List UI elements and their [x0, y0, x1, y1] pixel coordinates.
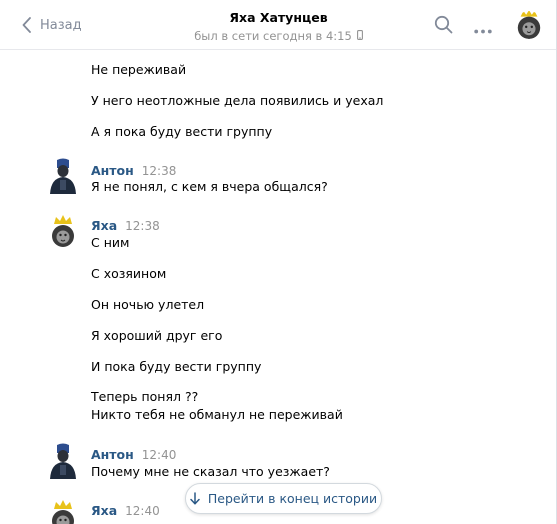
search-button[interactable]	[434, 15, 453, 37]
message-header: Яха 12:40	[91, 503, 160, 518]
message-header: Антон 12:40	[91, 447, 176, 462]
author-name[interactable]: Яха	[91, 503, 117, 518]
avatar-anton[interactable]	[48, 158, 78, 194]
author-name[interactable]: Антон	[91, 163, 134, 178]
online-status: был в сети сегодня в 4:15	[150, 28, 407, 44]
back-button[interactable]: Назад	[22, 14, 82, 36]
message-text: С хозяином	[91, 266, 167, 281]
search-icon	[434, 15, 453, 34]
header-avatar[interactable]	[515, 11, 543, 39]
avatar-anton[interactable]	[48, 443, 78, 479]
avatar-yakha[interactable]	[48, 498, 78, 524]
chat-window: Назад Яха Хатунцев был в сети сегодня в …	[0, 0, 557, 524]
more-dots-icon	[474, 29, 492, 34]
chat-title: Яха Хатунцев	[229, 10, 328, 25]
back-label: Назад	[40, 17, 82, 33]
message-text: У него неотложные дела появились и уехал	[91, 93, 384, 108]
author-name[interactable]: Антон	[91, 447, 134, 462]
jump-to-end-label: Перейти в конец истории	[207, 491, 378, 506]
message-time: 12:40	[125, 504, 160, 518]
author-name[interactable]: Яха	[91, 218, 117, 233]
message-text: С ним	[91, 235, 130, 250]
avatar-yakha[interactable]	[48, 213, 78, 249]
message-text: Он ночью улетел	[91, 297, 205, 312]
back-chevron-icon	[22, 17, 31, 33]
message-time: 12:38	[141, 164, 177, 178]
message-header: Яха 12:38	[91, 218, 160, 233]
phone-icon	[356, 28, 363, 44]
message-text: Теперь понял ??	[91, 389, 199, 404]
message-text: Я хороший друг его	[91, 328, 223, 343]
anton-avatar-icon	[48, 443, 78, 479]
message-text: Я не понял, с кем я вчера общался?	[91, 179, 328, 194]
message-history[interactable]: Не переживай У него неотложные дела появ…	[0, 50, 556, 524]
chat-header: Назад Яха Хатунцев был в сети сегодня в …	[0, 0, 556, 50]
message-time: 12:40	[141, 448, 177, 462]
online-status-text: был в сети сегодня в 4:15	[194, 29, 352, 43]
lion-avatar-icon	[48, 498, 78, 524]
anton-avatar-icon	[48, 158, 78, 194]
lion-avatar-icon	[515, 11, 543, 39]
message-time: 12:38	[125, 219, 160, 233]
message-text: Почему мне не сказал что уезжает?	[91, 464, 330, 479]
message-header: Антон 12:38	[91, 163, 176, 178]
message-text: Никто тебя не обманул не переживай	[91, 407, 343, 422]
lion-avatar-icon	[48, 213, 78, 249]
arrow-down-icon	[190, 492, 200, 505]
chat-title-block[interactable]: Яха Хатунцев был в сети сегодня в 4:15	[150, 10, 407, 44]
message-text: И пока буду вести группу	[91, 359, 262, 374]
more-button[interactable]	[474, 22, 492, 37]
jump-to-end-button[interactable]: Перейти в конец истории	[185, 483, 382, 514]
message-text: А я пока буду вести группу	[91, 124, 273, 139]
message-text: Не переживай	[91, 62, 187, 77]
